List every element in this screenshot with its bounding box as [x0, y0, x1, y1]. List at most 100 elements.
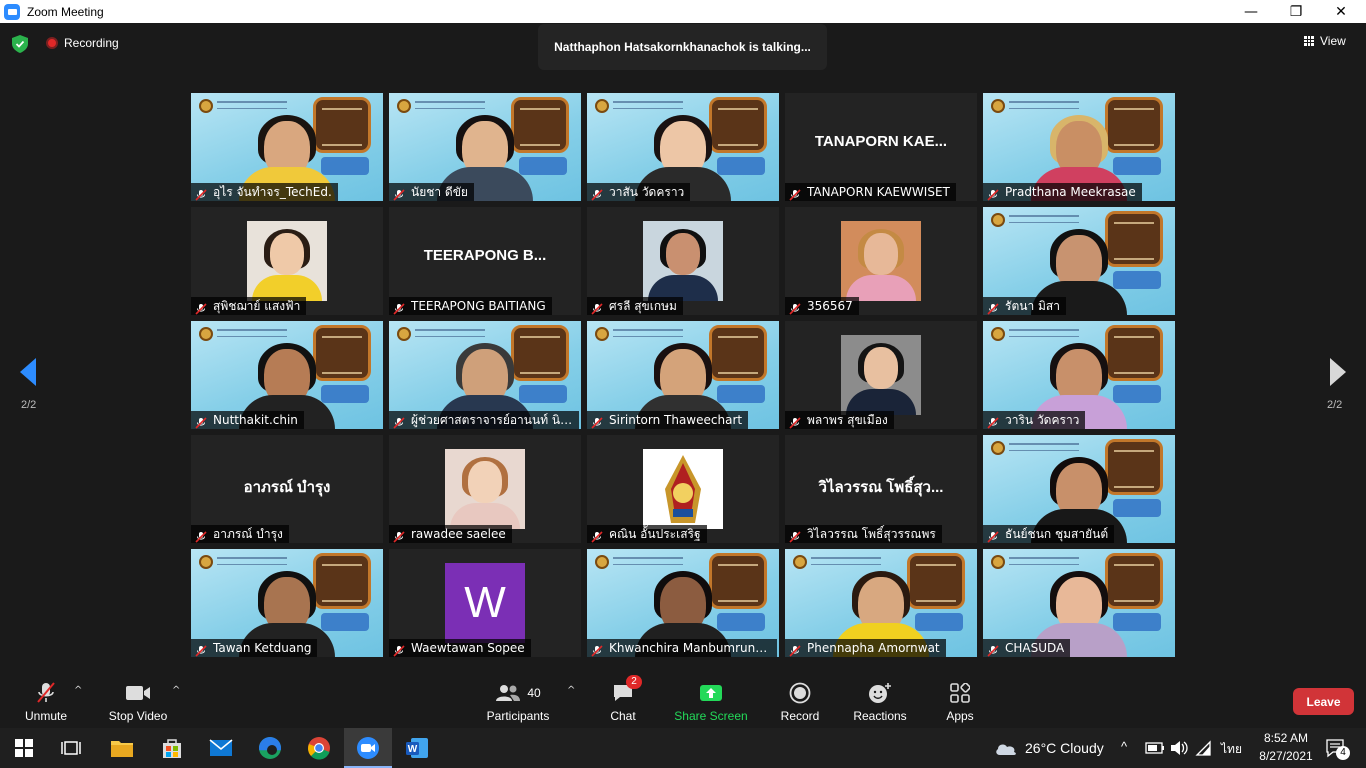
zoom-taskbar-icon[interactable] — [354, 734, 382, 762]
stop-video-button[interactable]: Stop Video — [98, 681, 178, 723]
apps-button[interactable]: Apps — [920, 681, 1000, 723]
participant-tile[interactable]: Khwanchira Manbumrungsat — [587, 549, 779, 657]
word-icon[interactable]: W — [403, 734, 431, 762]
avatar: W — [445, 563, 525, 643]
recording-indicator[interactable]: Recording — [46, 36, 119, 50]
profile-photo — [841, 221, 921, 301]
notifications-icon[interactable]: 4 — [1322, 734, 1350, 762]
university-logo-icon — [199, 99, 213, 113]
muted-mic-icon — [393, 414, 405, 429]
participant-tile[interactable]: นัยชา ดีขัย — [389, 93, 581, 201]
close-window-button[interactable]: ✕ — [1318, 0, 1364, 23]
muted-mic-icon — [393, 300, 405, 315]
mail-icon[interactable] — [207, 734, 235, 762]
participant-tile[interactable]: Tawan Ketduang — [191, 549, 383, 657]
participant-tile[interactable]: Phennapha Amornwat — [785, 549, 977, 657]
participant-tile[interactable]: อุไร จันทำจร_TechEd. — [191, 93, 383, 201]
participant-tile[interactable]: Nutthakit.chin — [191, 321, 383, 429]
show-hidden-icons-caret[interactable]: ^ — [1121, 739, 1127, 754]
record-icon — [789, 681, 811, 705]
meeting-stage: Recording Natthaphon Hatsakornkhanachok … — [0, 23, 1366, 675]
clock-date[interactable]: 8/27/2021 — [1255, 749, 1317, 763]
participant-name-tag: นัยชา ดีขัย — [389, 183, 474, 201]
university-logo-icon — [991, 213, 1005, 227]
windows-taskbar: W 26°C Cloudy ^ ไทย 8:52 AM 8/27/2021 4 — [0, 728, 1366, 768]
participant-name-tag: ผู้ช่วยศาสตราจารย์อานนท์ นิยมพันธ์ — [389, 411, 579, 429]
audio-options-caret[interactable]: ^ — [74, 685, 82, 696]
participant-tile[interactable]: คณิน อั้นประเสริฐ — [587, 435, 779, 543]
participant-tile[interactable]: Pradthana Meekrasae — [983, 93, 1175, 201]
participant-tile[interactable]: 356567 — [785, 207, 977, 315]
participants-button[interactable]: 40 Participants — [478, 681, 558, 723]
online-badge-decoration — [915, 613, 963, 631]
participant-tile[interactable]: TANAPORN KAE... TANAPORN KAEWWISET — [785, 93, 977, 201]
video-options-caret[interactable]: ^ — [172, 685, 180, 696]
participant-tile[interactable]: Sirintorn Thaweechart — [587, 321, 779, 429]
participant-tile[interactable]: วาริน วัดคราว — [983, 321, 1175, 429]
university-logo-icon — [595, 99, 609, 113]
weather-cloudy-icon[interactable] — [992, 734, 1020, 762]
participants-icon — [496, 685, 521, 701]
notifications-count: 4 — [1336, 746, 1350, 760]
participant-name: 356567 — [807, 299, 853, 313]
participant-tile[interactable]: อาภรณ์ บำรุง อาภรณ์ บำรุง — [191, 435, 383, 543]
weather-text[interactable]: 26°C Cloudy — [1025, 740, 1104, 756]
chrome-browser-icon[interactable] — [305, 734, 333, 762]
online-badge-decoration — [519, 157, 567, 175]
chat-label: Chat — [610, 709, 636, 723]
participant-name: วาริน วัดคราว — [1005, 412, 1080, 427]
participant-tile[interactable]: ผู้ช่วยศาสตราจารย์อานนท์ นิยมพันธ์ — [389, 321, 581, 429]
maximize-button[interactable]: ❐ — [1273, 0, 1319, 23]
participant-name: Sirintorn Thaweechart — [609, 413, 743, 427]
participant-tile[interactable]: W Waewtawan Sopee — [389, 549, 581, 657]
recording-label: Recording — [64, 36, 119, 50]
participant-name-tag: รัตนา มิสา — [983, 297, 1066, 315]
previous-page-number: 2/2 — [21, 399, 37, 411]
task-view-icon[interactable] — [57, 734, 85, 762]
participant-name-tag: Khwanchira Manbumrungsat — [587, 639, 777, 657]
participant-tile[interactable]: รัตนา มิสา — [983, 207, 1175, 315]
participant-tile[interactable]: สุพิชฌาย์ แสงฟ้า — [191, 207, 383, 315]
security-shield-icon[interactable] — [12, 35, 28, 53]
muted-mic-icon — [195, 186, 207, 201]
windows-start-icon[interactable] — [10, 734, 38, 762]
record-button[interactable]: Record — [760, 681, 840, 723]
profile-photo — [841, 335, 921, 415]
participant-tile[interactable]: วิไลวรรณ โพธิ์สุว... วิไลวรรณ โพธิ์สุวรรณ… — [785, 435, 977, 543]
muted-mic-icon — [591, 186, 603, 201]
share-screen-icon — [699, 681, 723, 705]
chat-button[interactable]: 2 Chat — [583, 675, 663, 723]
wifi-icon[interactable] — [1189, 734, 1217, 762]
view-button[interactable]: View — [1304, 34, 1346, 48]
participant-tile[interactable]: CHASUDA — [983, 549, 1175, 657]
participant-name: ธันย์ชนก ชุมสายันต์ — [1005, 526, 1109, 541]
participants-options-caret[interactable]: ^ — [567, 685, 575, 696]
previous-page-arrow-icon[interactable] — [18, 357, 38, 387]
participant-tile[interactable]: rawadee saelee — [389, 435, 581, 543]
participant-tile[interactable]: TEERAPONG B... TEERAPONG BAITIANG — [389, 207, 581, 315]
participant-tile[interactable]: ศรลี สุขเกษม — [587, 207, 779, 315]
microsoft-store-icon[interactable] — [158, 734, 186, 762]
participant-name: Pradthana Meekrasae — [1005, 185, 1136, 199]
online-badge-decoration — [1113, 271, 1161, 289]
online-badge-decoration — [1113, 157, 1161, 175]
input-language-indicator[interactable]: ไทย — [1221, 740, 1242, 759]
next-page-arrow-icon[interactable] — [1328, 357, 1348, 387]
share-screen-button[interactable]: Share Screen — [671, 681, 751, 723]
participant-name: สุพิชฌาย์ แสงฟ้า — [213, 298, 301, 313]
muted-mic-icon — [987, 528, 999, 543]
participant-tile[interactable]: วาสัน วัดคราว — [587, 93, 779, 201]
reactions-button[interactable]: Reactions — [840, 681, 920, 723]
leave-button[interactable]: Leave — [1293, 688, 1354, 715]
participant-tile[interactable]: พลาพร สุขเมือง — [785, 321, 977, 429]
university-logo-icon — [991, 327, 1005, 341]
edge-browser-icon[interactable] — [256, 734, 284, 762]
clock-time[interactable]: 8:52 AM — [1258, 731, 1314, 745]
university-logo-icon — [991, 99, 1005, 113]
participant-tile[interactable]: ธันย์ชนก ชุมสายันต์ — [983, 435, 1175, 543]
participant-display-name: วิไลวรรณ โพธิ์สุว... — [818, 479, 944, 496]
minimize-button[interactable]: — — [1228, 0, 1274, 23]
participant-name: วาสัน วัดคราว — [609, 184, 685, 199]
banner-decoration — [217, 329, 287, 337]
file-explorer-icon[interactable] — [108, 734, 136, 762]
